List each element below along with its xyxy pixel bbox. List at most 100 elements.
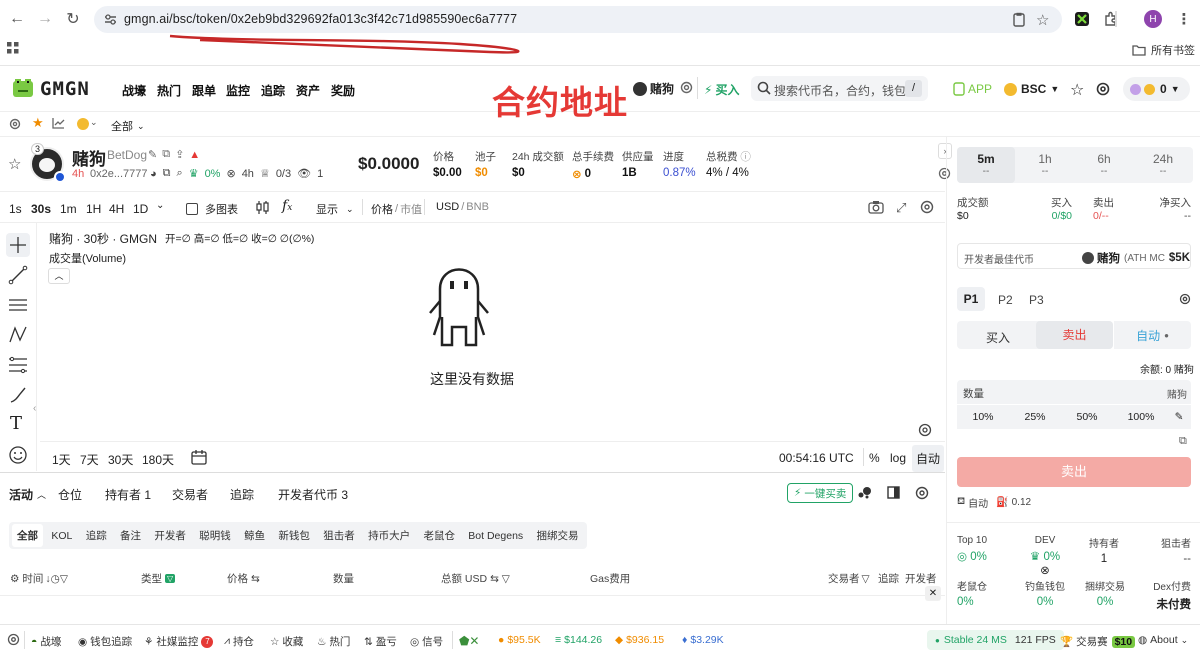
tab-traders[interactable]: 交易者	[172, 486, 208, 503]
nav-assets[interactable]: 资产	[296, 82, 320, 99]
preset-p1[interactable]: P1	[957, 287, 985, 311]
auto-scale-toggle[interactable]: 自动	[912, 445, 945, 472]
fib-tool-icon[interactable]	[8, 355, 28, 375]
interval-1d[interactable]: 1D	[133, 202, 148, 216]
apps-grid-icon[interactable]	[7, 42, 19, 54]
preset-settings-icon[interactable]	[1179, 293, 1191, 305]
interval-1h[interactable]: 1H	[86, 202, 101, 216]
quantity-input[interactable]: 数量 赌狗	[957, 380, 1191, 404]
collapse-toolbar-icon[interactable]: ‹	[33, 403, 36, 414]
copy-icon[interactable]: ⧉	[162, 148, 170, 161]
tab-holders[interactable]: 持有者 1	[105, 486, 151, 503]
trend-line-tool-icon[interactable]	[8, 265, 28, 285]
col-type[interactable]: 类型 ▽	[141, 571, 176, 586]
search-input[interactable]: 搜索代币名，合约，钱包 /	[751, 76, 928, 101]
browser-menu-icon[interactable]: ⋮	[1174, 9, 1194, 29]
profile-avatar[interactable]: H	[1143, 9, 1163, 29]
nav-rewards[interactable]: 奖励	[331, 82, 355, 99]
chain-selector[interactable]: BSC ▼	[1004, 82, 1059, 96]
tab-auto[interactable]: 自动 ●	[1114, 321, 1191, 349]
edit-icon[interactable]: ✎	[148, 148, 157, 161]
bubble-map-icon[interactable]	[858, 486, 872, 499]
pct-10[interactable]: 10%	[957, 411, 1009, 423]
trend-chart-icon[interactable]	[52, 117, 65, 129]
quick-buy-button[interactable]: ⚡ 买入	[704, 81, 739, 98]
settings-gear-icon[interactable]	[1096, 82, 1110, 96]
filter-whale[interactable]: 鲸鱼	[239, 524, 270, 547]
info-icon[interactable]: ⓘ	[740, 151, 751, 163]
tab-positions[interactable]: 仓位	[58, 486, 82, 503]
interval-30s[interactable]: 30s	[31, 202, 51, 216]
reload-icon[interactable]: ↻	[62, 8, 84, 30]
connection-status[interactable]: ● Stable 24 MS 121 FPS	[927, 630, 1064, 650]
nav-copytrade[interactable]: 跟单	[192, 82, 216, 99]
filter-dev[interactable]: 开发者	[149, 524, 191, 547]
percent-scale-toggle[interactable]: %	[869, 451, 880, 465]
watchlist-settings-icon[interactable]	[9, 118, 21, 130]
search-twitter-icon[interactable]: ⌕	[177, 167, 183, 180]
wallet-balance-button[interactable]: 0 ▼	[1123, 77, 1190, 101]
interval-1m[interactable]: 1m	[60, 202, 77, 216]
timeframe-5m[interactable]: 5m --	[957, 147, 1015, 183]
col-price[interactable]: 价格 ⇆	[227, 571, 260, 586]
filter-sniper[interactable]: 狙击者	[318, 524, 360, 547]
extension-gmgn-icon[interactable]	[1072, 9, 1092, 29]
timeframe-1h[interactable]: 1h --	[1016, 147, 1074, 177]
brush-tool-icon[interactable]	[8, 385, 28, 405]
chart-settings-icon[interactable]	[920, 200, 934, 214]
nav-hot[interactable]: 热门	[157, 82, 181, 99]
range-7d[interactable]: 7天	[80, 451, 99, 468]
extensions-puzzle-icon[interactable]	[1101, 9, 1121, 29]
favorites-star-icon[interactable]: ☆	[1070, 80, 1084, 100]
bnb-chain-icon[interactable]	[77, 118, 89, 130]
install-app-icon[interactable]	[1012, 12, 1026, 27]
site-settings-icon[interactable]	[104, 13, 117, 26]
watchlist-filter[interactable]: 全部 ⌄	[111, 118, 145, 134]
ticker-bnb[interactable]: ◆ $936.15	[615, 634, 664, 646]
display-dropdown[interactable]: 显示 ⌄	[316, 201, 354, 217]
back-icon[interactable]: ←	[6, 8, 28, 30]
tab-dev-tokens[interactable]: 开发者代币 3	[278, 486, 348, 503]
token-settings-icon[interactable]	[680, 81, 693, 94]
activity-settings-icon[interactable]	[915, 486, 929, 500]
ticker-sol[interactable]: ≡ $144.26	[555, 634, 602, 646]
collapse-legend-icon[interactable]: ︿	[48, 268, 70, 284]
pct-25[interactable]: 25%	[1009, 411, 1061, 423]
range-1d[interactable]: 1天	[52, 451, 71, 468]
favorites-star-icon[interactable]: ★	[32, 115, 44, 131]
pct-50[interactable]: 50%	[1061, 411, 1113, 423]
currency-toggle[interactable]: USD / BNB	[436, 201, 489, 213]
col-trader[interactable]: 交易者 ▽	[828, 571, 870, 586]
preset-p3[interactable]: P3	[1029, 293, 1044, 307]
col-time[interactable]: ⚙ 时间 ↓◷▽	[10, 571, 68, 586]
layout-toggle-icon[interactable]	[887, 486, 900, 499]
pattern-tool-icon[interactable]	[8, 325, 28, 345]
social-link-icon[interactable]: ⧉	[163, 167, 171, 180]
bookmark-star-icon[interactable]: ☆	[1036, 11, 1049, 29]
filter-all[interactable]: 全部	[12, 524, 43, 547]
tab-buy[interactable]: 买入	[986, 329, 1010, 346]
chart-scale-settings-icon[interactable]	[918, 423, 932, 437]
trade-contest[interactable]: 🏆 交易赛 $10	[1060, 634, 1136, 649]
filter-smart-money[interactable]: 聪明钱	[194, 524, 236, 547]
price-mcap-toggle[interactable]: 价格 / 市值	[371, 201, 422, 217]
chevron-down-icon[interactable]: ⌄	[90, 117, 98, 128]
filter-tracked[interactable]: 追踪	[81, 524, 112, 547]
close-icon[interactable]: ✕	[925, 586, 941, 601]
footer-trenches[interactable]: ◓ 战壕	[31, 634, 61, 649]
candle-style-icon[interactable]	[256, 200, 269, 215]
emoji-tool-icon[interactable]	[8, 445, 28, 465]
one-click-trade-button[interactable]: ⚡ 一键买卖	[787, 483, 854, 503]
filter-bot-degens[interactable]: Bot Degens	[463, 526, 528, 546]
filter-top-holders[interactable]: 持币大户	[363, 524, 415, 547]
indicators-icon[interactable]: fx	[282, 198, 292, 214]
filter-notes[interactable]: 备注	[115, 524, 146, 547]
tab-activity[interactable]: 活动 ︿	[9, 486, 46, 503]
parallel-lines-tool-icon[interactable]	[8, 295, 28, 315]
history-icon[interactable]: ⧉	[1179, 435, 1187, 448]
nav-trenches[interactable]: 战壕	[122, 82, 146, 99]
text-tool-icon[interactable]: T	[10, 413, 22, 434]
filter-bundled[interactable]: 捆绑交易	[532, 524, 584, 547]
footer-chain-icons[interactable]: ⬟✕	[459, 634, 479, 648]
dev-avatar-icon[interactable]: ◕	[150, 168, 157, 180]
